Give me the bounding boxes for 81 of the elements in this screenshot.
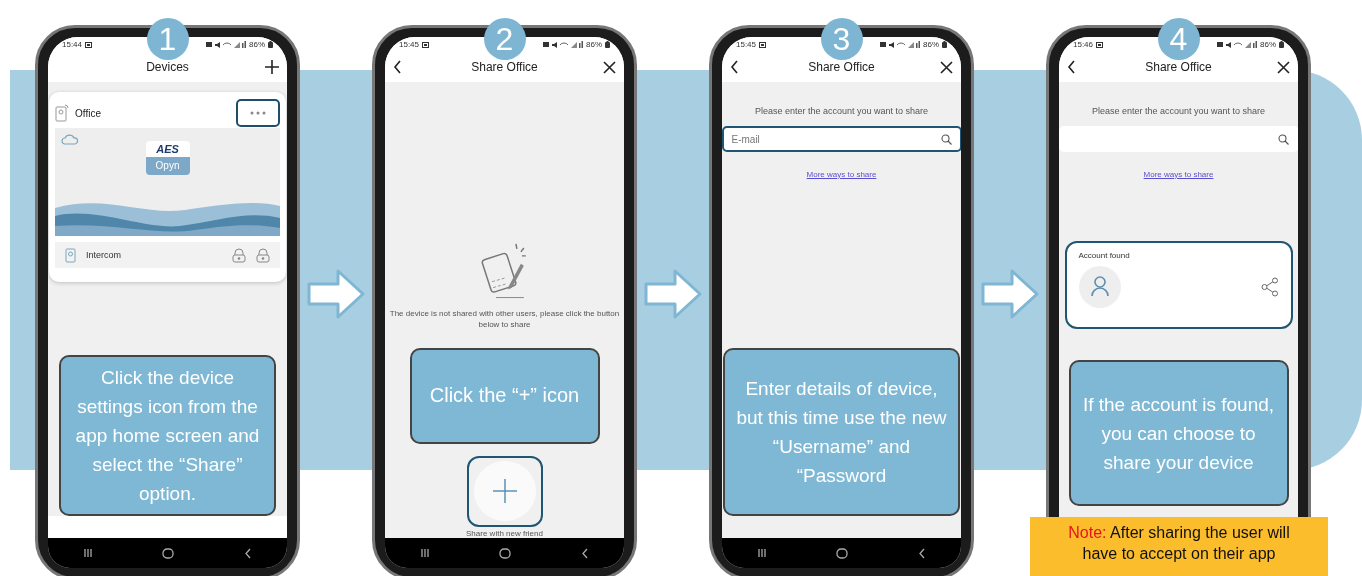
share-prompt: Please enter the account you want to share [1091, 106, 1266, 116]
lock-icon[interactable] [232, 247, 246, 263]
lock-icon[interactable] [256, 247, 270, 263]
recents-icon[interactable] [756, 548, 767, 558]
battery-icon [1279, 41, 1284, 48]
arrow-icon [307, 268, 365, 320]
avatar-icon [1078, 266, 1121, 308]
gallery-icon [1096, 41, 1104, 48]
screen-title: Share Office [470, 60, 539, 74]
add-button-label: Share with new friend [466, 529, 543, 538]
battery-level: 86% [923, 40, 939, 49]
back-icon[interactable] [918, 547, 927, 559]
battery-level: 86% [249, 40, 265, 49]
step-number: 3 [820, 18, 863, 60]
back-icon[interactable] [581, 547, 590, 559]
logo-caption: Opyn [145, 157, 190, 175]
intercom-icon [55, 104, 69, 122]
step-number: 2 [483, 18, 526, 60]
status-indicators-drawing [543, 41, 583, 48]
note-text: Note: After sharing the user will have to accept on their app [1067, 523, 1291, 564]
instruction-callout: Enter details of device, but this time use the new “Username” and “Password [723, 348, 960, 516]
gallery-icon [85, 41, 93, 48]
back-icon[interactable] [1067, 60, 1076, 74]
close-icon[interactable] [1277, 60, 1290, 74]
status-indicators-drawing [206, 41, 246, 48]
battery-level: 86% [586, 40, 602, 49]
back-icon[interactable] [244, 547, 253, 559]
intercom-icon [65, 247, 76, 263]
more-icon [250, 111, 266, 115]
device-card[interactable]: Office AES Opyn Intercom [49, 92, 286, 282]
screen-title: Share Office [807, 60, 876, 74]
plus-icon[interactable] [265, 60, 279, 74]
step-number: 1 [146, 18, 189, 60]
search-input[interactable]: E-mail [731, 133, 941, 145]
gallery-icon [759, 41, 767, 48]
share-icon[interactable] [1260, 277, 1279, 297]
search-icon[interactable] [1277, 133, 1289, 145]
home-icon[interactable] [836, 547, 849, 559]
battery-level: 86% [1260, 40, 1276, 49]
gallery-icon [422, 41, 430, 48]
home-icon[interactable] [162, 547, 175, 559]
status-time: 15:45 [399, 40, 420, 49]
close-icon[interactable] [940, 60, 953, 74]
status-time: 15:46 [1073, 40, 1094, 49]
back-icon[interactable] [730, 60, 739, 74]
share-prompt: Please enter the account you want to share [754, 106, 929, 116]
back-icon[interactable] [393, 60, 402, 74]
screen-title: Share Office [1144, 60, 1213, 74]
recents-icon[interactable] [419, 548, 430, 558]
close-icon[interactable] [603, 60, 616, 74]
status-time: 15:44 [62, 40, 83, 49]
plus-icon [472, 460, 537, 523]
more-button[interactable] [236, 99, 280, 127]
step-number: 4 [1157, 18, 1200, 60]
search-icon[interactable] [940, 133, 952, 145]
more-ways-link[interactable]: More ways to share [1143, 170, 1214, 179]
sub-device-row[interactable]: Intercom [55, 242, 280, 268]
battery-icon [605, 41, 610, 48]
account-found-label: Account found [1078, 251, 1131, 260]
arrow-icon [644, 268, 702, 320]
status-time: 15:45 [736, 40, 757, 49]
home-icon[interactable] [499, 547, 512, 559]
empty-state-message: The device is not shared with other users, please click the button below to share [388, 307, 621, 330]
screen-title: Devices [145, 60, 190, 74]
instruction-callout: Click the device settings icon from the app home screen and select the “Share” option. [59, 355, 276, 516]
sub-device-name: Intercom [86, 250, 122, 260]
status-indicators-drawing [880, 41, 920, 48]
account-card[interactable]: Account found [1064, 241, 1293, 329]
status-indicators-drawing [1217, 41, 1257, 48]
instruction-callout: Click the “+” icon [409, 347, 600, 444]
logo-wordmark: AES [145, 141, 190, 157]
arrow-icon [981, 268, 1039, 320]
battery-icon [268, 41, 273, 48]
instruction-callout: If the account is found, you can choose to share your device [1068, 360, 1289, 506]
add-button[interactable] [466, 455, 543, 527]
device-name: Office [75, 107, 101, 119]
recents-icon[interactable] [82, 548, 93, 558]
cloud-icon [61, 134, 79, 145]
more-ways-link[interactable]: More ways to share [806, 170, 877, 179]
search-bar[interactable]: E-mail [722, 126, 961, 152]
battery-icon [942, 41, 947, 48]
